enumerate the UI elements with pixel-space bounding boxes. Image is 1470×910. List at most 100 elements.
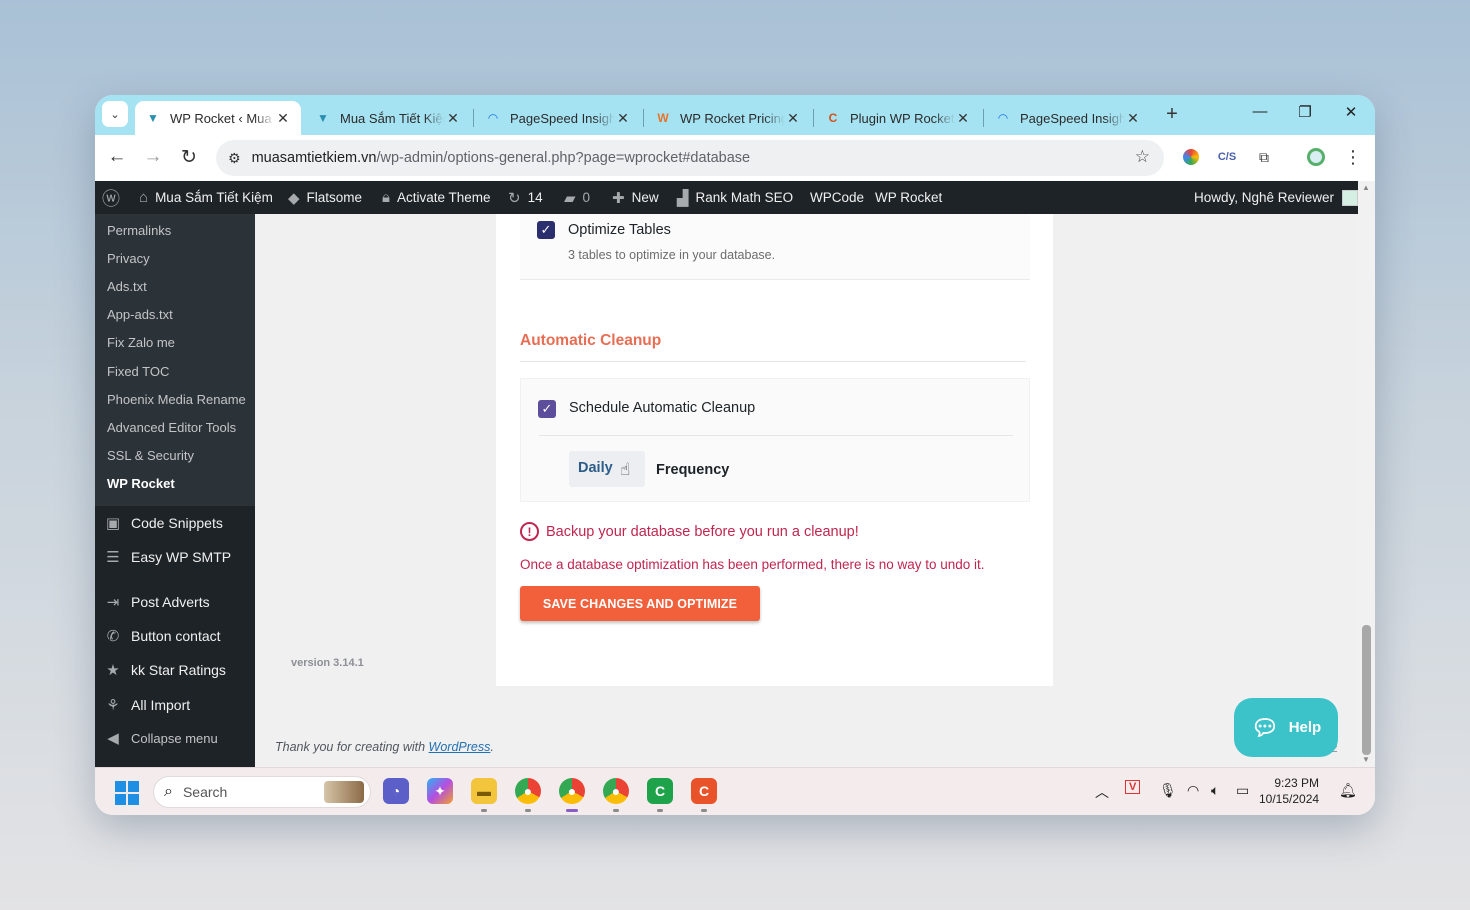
back-button[interactable]: ← [105,146,129,168]
close-window-button[interactable]: ✕ [1339,103,1363,121]
menu-post-adverts[interactable]: ⇥ Post Adverts [103,587,210,617]
comments-link[interactable]: ▰ 0 [564,181,590,214]
submenu-phoenix-media-rename[interactable]: Phoenix Media Rename [107,392,246,407]
menu-kk-star-ratings[interactable]: ★ kk Star Ratings [103,655,226,685]
puzzle-icon[interactable]: ⧉ [1253,146,1275,168]
submenu-wp-rocket[interactable]: WP Rocket [107,476,175,491]
tab-wp-rocket-pricing[interactable]: W WP Rocket Pricing ✕ [645,101,811,135]
wordpress-logo-icon[interactable]: ⓦ [102,181,120,214]
chat-app-icon[interactable]: ◔ [383,778,409,804]
wifi-icon[interactable]: ◠ [1187,782,1199,799]
help-button[interactable]: 💬︎ Help [1234,698,1338,757]
close-icon[interactable]: ✕ [445,110,461,127]
notification-bell-icon[interactable]: 🔔︎ [1339,782,1357,799]
scroll-down-icon[interactable]: ▼ [1362,755,1370,764]
tab-title: PageSpeed Insights [1020,110,1125,126]
menu-easy-wp-smtp[interactable]: ☰ Easy WP SMTP [103,542,231,572]
menu-code-snippets[interactable]: ▣ Code Snippets [103,508,223,538]
battery-icon[interactable]: ▭ [1236,782,1249,799]
profile-icon[interactable] [1305,146,1327,168]
close-icon[interactable]: ✕ [785,110,801,127]
file-explorer-icon[interactable]: ▬ [471,778,497,804]
menu-all-import[interactable]: ⚘ All Import [103,690,190,720]
more-icon[interactable]: ⋮ [1342,146,1364,168]
save-changes-and-optimize-button[interactable]: SAVE CHANGES AND OPTIMIZE [520,586,760,621]
wp-admin-bar: ⓦ ⌂ Mua Sắm Tiết Kiệm ◆ Flatsome 🔒︎ Activat… [95,181,1359,214]
bookmark-star-icon[interactable]: ☆ [1135,147,1150,167]
advert-icon: ⇥ [106,594,120,611]
updates-link[interactable]: ↻ 14 [508,181,543,214]
close-icon[interactable]: ✕ [275,110,291,127]
scrollbar-thumb[interactable] [1362,625,1371,755]
flatsome-link[interactable]: ◆ Flatsome [288,181,362,214]
chrome-profile-2-icon[interactable]: ● [603,778,629,804]
new-tab-button[interactable]: + [1161,103,1183,126]
collapse-menu-button[interactable]: ◀ Collapse menu [103,723,218,753]
site-info-icon[interactable]: ⚙ [228,150,241,167]
windows-start-icon[interactable] [115,781,139,805]
tab-wp-rocket-settings[interactable]: ▼ WP Rocket ‹ Mua Sắm Tiết Kiệm ✕ [135,101,301,135]
volume-icon[interactable]: 🔈︎ [1211,782,1219,799]
address-bar[interactable]: ⚙ muasamtietkiem.vn/wp-admin/options-gen… [216,140,1164,176]
submenu-ssl-security[interactable]: SSL & Security [107,448,194,463]
url-path: /wp-admin/options-general.php?page=wproc… [376,150,751,166]
tab-title: WP Rocket Pricing [680,110,785,126]
color-picker-icon[interactable] [1180,146,1202,168]
browser-toolbar: ← → ↻ ⚙ muasamtietkiem.vn/wp-admin/optio… [95,135,1375,181]
forward-button[interactable]: → [141,146,165,168]
optimize-tables-option: ✓ Optimize Tables 3 tables to optimize i… [520,214,1030,280]
taskbar-clock[interactable]: 9:23 PM 10/15/2024 [1259,775,1319,807]
page-scrollbar[interactable]: ▲ ▼ [1358,181,1375,767]
menu-button-contact[interactable]: ✆ Button contact [103,621,221,651]
submenu-fix-zalo[interactable]: Fix Zalo me [107,335,175,350]
camtasia-orange-icon[interactable]: C [691,778,717,804]
tab-search-button[interactable]: ⌄ [102,101,128,127]
copilot-icon[interactable]: ✦ [427,778,453,804]
vivaldi-tray-icon[interactable]: V [1125,780,1141,794]
minimize-button[interactable]: — [1248,103,1272,120]
frequency-label: Frequency [656,462,730,478]
code-icon: ▣ [105,515,121,532]
activate-theme-link[interactable]: 🔒︎ Activate Theme [382,181,491,214]
submenu-advanced-editor-tools[interactable]: Advanced Editor Tools [107,420,236,435]
submenu-privacy[interactable]: Privacy [107,251,150,266]
tab-plugin-wp-rocket[interactable]: C Plugin WP Rocket ✕ [815,101,981,135]
new-content-link[interactable]: ✚ New [612,181,659,214]
wp-rocket-link[interactable]: WP Rocket [875,181,942,214]
close-icon[interactable]: ✕ [1125,110,1141,127]
css-icon[interactable]: C/S [1216,146,1238,168]
taskbar-search[interactable]: ⌕ Search [153,776,371,808]
tray-chevron-icon[interactable]: ︿ [1095,782,1109,802]
avatar [1342,189,1359,206]
chrome-icon[interactable]: ● [515,778,541,804]
reload-button[interactable]: ↻ [177,146,201,169]
submenu-ads-txt[interactable]: Ads.txt [107,279,147,294]
frequency-select[interactable]: Daily ☝ [569,451,645,487]
submenu-permalinks[interactable]: Permalinks [107,223,171,238]
wpcode-link[interactable]: WPCode [810,181,864,214]
star-icon: ★ [106,662,120,679]
submenu-app-ads-txt[interactable]: App-ads.txt [107,307,173,322]
schedule-cleanup-checkbox[interactable]: ✓ [538,400,556,418]
scroll-up-icon[interactable]: ▲ [1362,183,1370,192]
close-icon[interactable]: ✕ [615,110,631,127]
close-icon[interactable]: ✕ [955,110,971,127]
microphone-icon[interactable]: 🎙︎ [1159,782,1177,799]
gauge-icon: ◠ [488,111,498,125]
tab-pagespeed-2[interactable]: ◠ PageSpeed Insights ✕ [985,101,1151,135]
tab-mua-sam[interactable]: ▼ Mua Sắm Tiết Kiệm ✕ [305,101,471,135]
wordpress-link[interactable]: WordPress [429,740,491,754]
tab-title: PageSpeed Insights [510,110,615,126]
rank-math-link[interactable]: ▟ Rank Math SEO [677,181,793,214]
optimize-tables-checkbox[interactable]: ✓ [537,221,555,239]
comment-icon: ▰ [564,189,576,207]
chrome-profile-icon[interactable]: ● [559,778,585,804]
site-name-link[interactable]: ⌂ Mua Sắm Tiết Kiệm [139,181,273,214]
schedule-cleanup-label: Schedule Automatic Cleanup [569,400,756,416]
howdy-account[interactable]: Howdy, Nghê Reviewer [1194,181,1359,214]
restore-button[interactable]: ❐ [1293,103,1317,121]
submenu-fixed-toc[interactable]: Fixed TOC [107,364,169,379]
camtasia-green-icon[interactable]: C [647,778,673,804]
gauge-icon: ◠ [998,111,1008,125]
tab-pagespeed-1[interactable]: ◠ PageSpeed Insights ✕ [475,101,641,135]
